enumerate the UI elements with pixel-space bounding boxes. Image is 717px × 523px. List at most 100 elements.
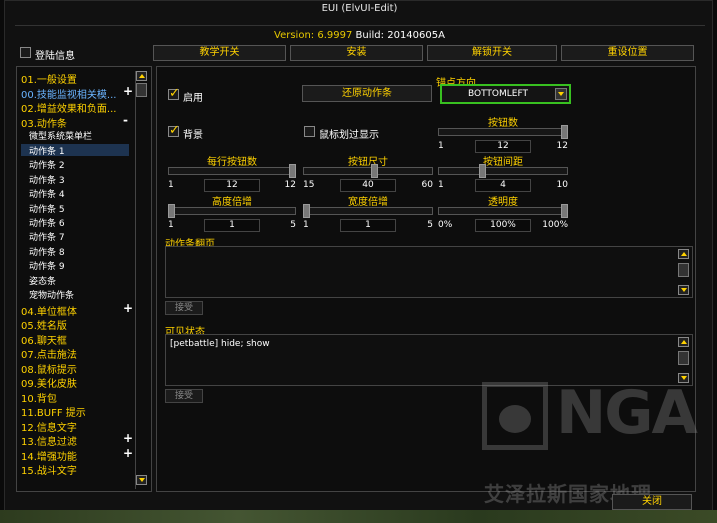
sidebar-item-bar-3[interactable]: 动作条 3 <box>29 173 65 186</box>
sidebar-item-pet-bar[interactable]: 宠物动作条 <box>29 288 74 301</box>
slider-track[interactable] <box>438 167 568 175</box>
per-row-slider[interactable]: 1 12 12 <box>168 164 296 194</box>
scroll-down-icon[interactable] <box>136 475 147 485</box>
restore-actionbar-button[interactable]: 还原动作条 <box>302 85 432 102</box>
slider-thumb[interactable] <box>168 204 175 218</box>
scroll-thumb[interactable] <box>678 351 689 365</box>
paging-accept-button[interactable]: 接受 <box>165 301 203 315</box>
sidebar-item-micro-bar[interactable]: 微型系统菜单栏 <box>29 129 92 142</box>
slider-max: 12 <box>556 141 568 151</box>
backdrop-checkbox[interactable] <box>168 123 180 138</box>
expand-icon[interactable]: + <box>123 301 133 315</box>
slider-max: 12 <box>284 180 296 190</box>
slider-track[interactable] <box>168 167 296 175</box>
sidebar-item-bar-1[interactable]: 动作条 1 <box>29 144 65 157</box>
slider-thumb[interactable] <box>303 204 310 218</box>
slider-value[interactable]: 40 <box>340 179 396 192</box>
sidebar-item-skill-monitor[interactable]: 00.技能监视相关模... <box>21 86 116 101</box>
login-info-checkbox[interactable] <box>20 47 31 58</box>
sidebar-item-chat[interactable]: 06.聊天框 <box>21 332 67 347</box>
tab-tutorial[interactable]: 教学开关 <box>153 45 286 61</box>
anchor-value: BOTTOMLEFT <box>467 89 528 99</box>
slider-thumb[interactable] <box>371 164 378 178</box>
close-button[interactable]: 关闭 <box>612 494 692 510</box>
sidebar-item-combat-text[interactable]: 15.战斗文字 <box>21 462 77 477</box>
slider-value[interactable]: 12 <box>204 179 260 192</box>
slider-thumb[interactable] <box>561 125 568 139</box>
scroll-thumb[interactable] <box>678 263 689 277</box>
sidebar-item-stance-bar[interactable]: 姿态条 <box>29 274 56 287</box>
tab-install[interactable]: 安装 <box>290 45 423 61</box>
sidebar-item-bags[interactable]: 10.背包 <box>21 390 57 405</box>
sidebar-item-filters[interactable]: 13.信息过滤 <box>21 433 77 448</box>
slider-value[interactable]: 1 <box>204 219 260 232</box>
title-divider <box>15 25 705 26</box>
sidebar-item-bar-7[interactable]: 动作条 7 <box>29 230 65 243</box>
sidebar-item-skins[interactable]: 09.美化皮肤 <box>21 375 77 390</box>
version-number: 6.9997 <box>317 30 353 41</box>
scroll-thumb[interactable] <box>136 83 147 97</box>
enable-checkbox[interactable] <box>168 86 180 101</box>
slider-track[interactable] <box>438 128 568 136</box>
sidebar-item-auras[interactable]: 02.增益效果和负面... <box>21 100 116 115</box>
paw-logo-icon <box>482 382 548 450</box>
button-spacing-slider[interactable]: 1 4 10 <box>438 164 568 194</box>
sidebar-item-general[interactable]: 01.一般设置 <box>21 71 77 86</box>
expand-icon[interactable]: + <box>123 431 133 445</box>
sidebar-item-unitframes[interactable]: 04.单位框体 <box>21 303 77 318</box>
slider-thumb[interactable] <box>479 164 486 178</box>
chevron-down-icon[interactable] <box>555 88 567 100</box>
slider-thumb[interactable] <box>561 204 568 218</box>
visibility-accept-button[interactable]: 接受 <box>165 389 203 403</box>
slider-track[interactable] <box>438 207 568 215</box>
login-info-label: 登陆信息 <box>35 51 75 62</box>
anchor-dropdown[interactable]: BOTTOMLEFT <box>440 84 571 104</box>
slider-value[interactable]: 100% <box>475 219 531 232</box>
version-info: Version: 6.9997 Build: 20140605A <box>5 30 714 41</box>
slider-track[interactable] <box>168 207 296 215</box>
slider-min: 1 <box>438 141 444 151</box>
tab-reset-position[interactable]: 重设位置 <box>561 45 694 61</box>
sidebar-item-bar-2[interactable]: 动作条 2 <box>29 158 65 171</box>
slider-track[interactable] <box>303 167 433 175</box>
slider-track[interactable] <box>303 207 433 215</box>
expand-icon[interactable]: + <box>123 84 133 98</box>
slider-value[interactable]: 4 <box>475 179 531 192</box>
sidebar-item-tooltip[interactable]: 08.鼠标提示 <box>21 361 77 376</box>
slider-value[interactable]: 1 <box>340 219 396 232</box>
visibility-text: [petbattle] hide; show <box>170 339 270 349</box>
button-size-slider[interactable]: 15 40 60 <box>303 164 433 194</box>
mouseover-label: 鼠标划过显示 <box>319 130 379 141</box>
sidebar-item-datatexts[interactable]: 12.信息文字 <box>21 419 77 434</box>
mouseover-checkbox[interactable] <box>304 126 315 137</box>
sidebar-item-bar-4[interactable]: 动作条 4 <box>29 187 65 200</box>
slider-min: 1 <box>303 220 309 230</box>
collapse-icon[interactable]: - <box>123 113 128 127</box>
sidebar-item-bar-5[interactable]: 动作条 5 <box>29 202 65 215</box>
width-mult-slider[interactable]: 1 1 5 <box>303 204 433 234</box>
sidebar-scrollbar[interactable] <box>135 71 147 489</box>
scroll-up-icon[interactable] <box>136 71 147 81</box>
height-mult-slider[interactable]: 1 1 5 <box>168 204 296 234</box>
build-number: 20140605A <box>387 30 445 41</box>
backdrop-label: 背景 <box>183 130 203 141</box>
slider-thumb[interactable] <box>289 164 296 178</box>
slider-max: 60 <box>421 180 433 190</box>
buttons-count-slider[interactable]: 1 12 12 <box>438 125 568 155</box>
sidebar-item-bar-9[interactable]: 动作条 9 <box>29 259 65 272</box>
tab-unlock[interactable]: 解锁开关 <box>427 45 557 61</box>
sidebar-item-bar-8[interactable]: 动作条 8 <box>29 245 65 258</box>
sidebar-item-enhancements[interactable]: 14.增强功能 <box>21 448 77 463</box>
sidebar-item-nameplates[interactable]: 05.姓名版 <box>21 317 67 332</box>
expand-icon[interactable]: + <box>123 446 133 460</box>
sidebar-item-actionbars[interactable]: 03.动作条 <box>21 115 67 130</box>
sidebar-item-buff-reminder[interactable]: 11.BUFF 提示 <box>21 404 86 419</box>
scroll-down-icon[interactable] <box>678 285 689 295</box>
alpha-slider[interactable]: 0% 100% 100% <box>438 204 568 234</box>
sidebar-item-bar-6[interactable]: 动作条 6 <box>29 216 65 229</box>
sidebar-item-clickcast[interactable]: 07.点击施法 <box>21 346 77 361</box>
slider-value[interactable]: 12 <box>475 140 531 153</box>
paging-textarea[interactable] <box>165 246 693 298</box>
scroll-up-icon[interactable] <box>678 337 689 347</box>
scroll-up-icon[interactable] <box>678 249 689 259</box>
